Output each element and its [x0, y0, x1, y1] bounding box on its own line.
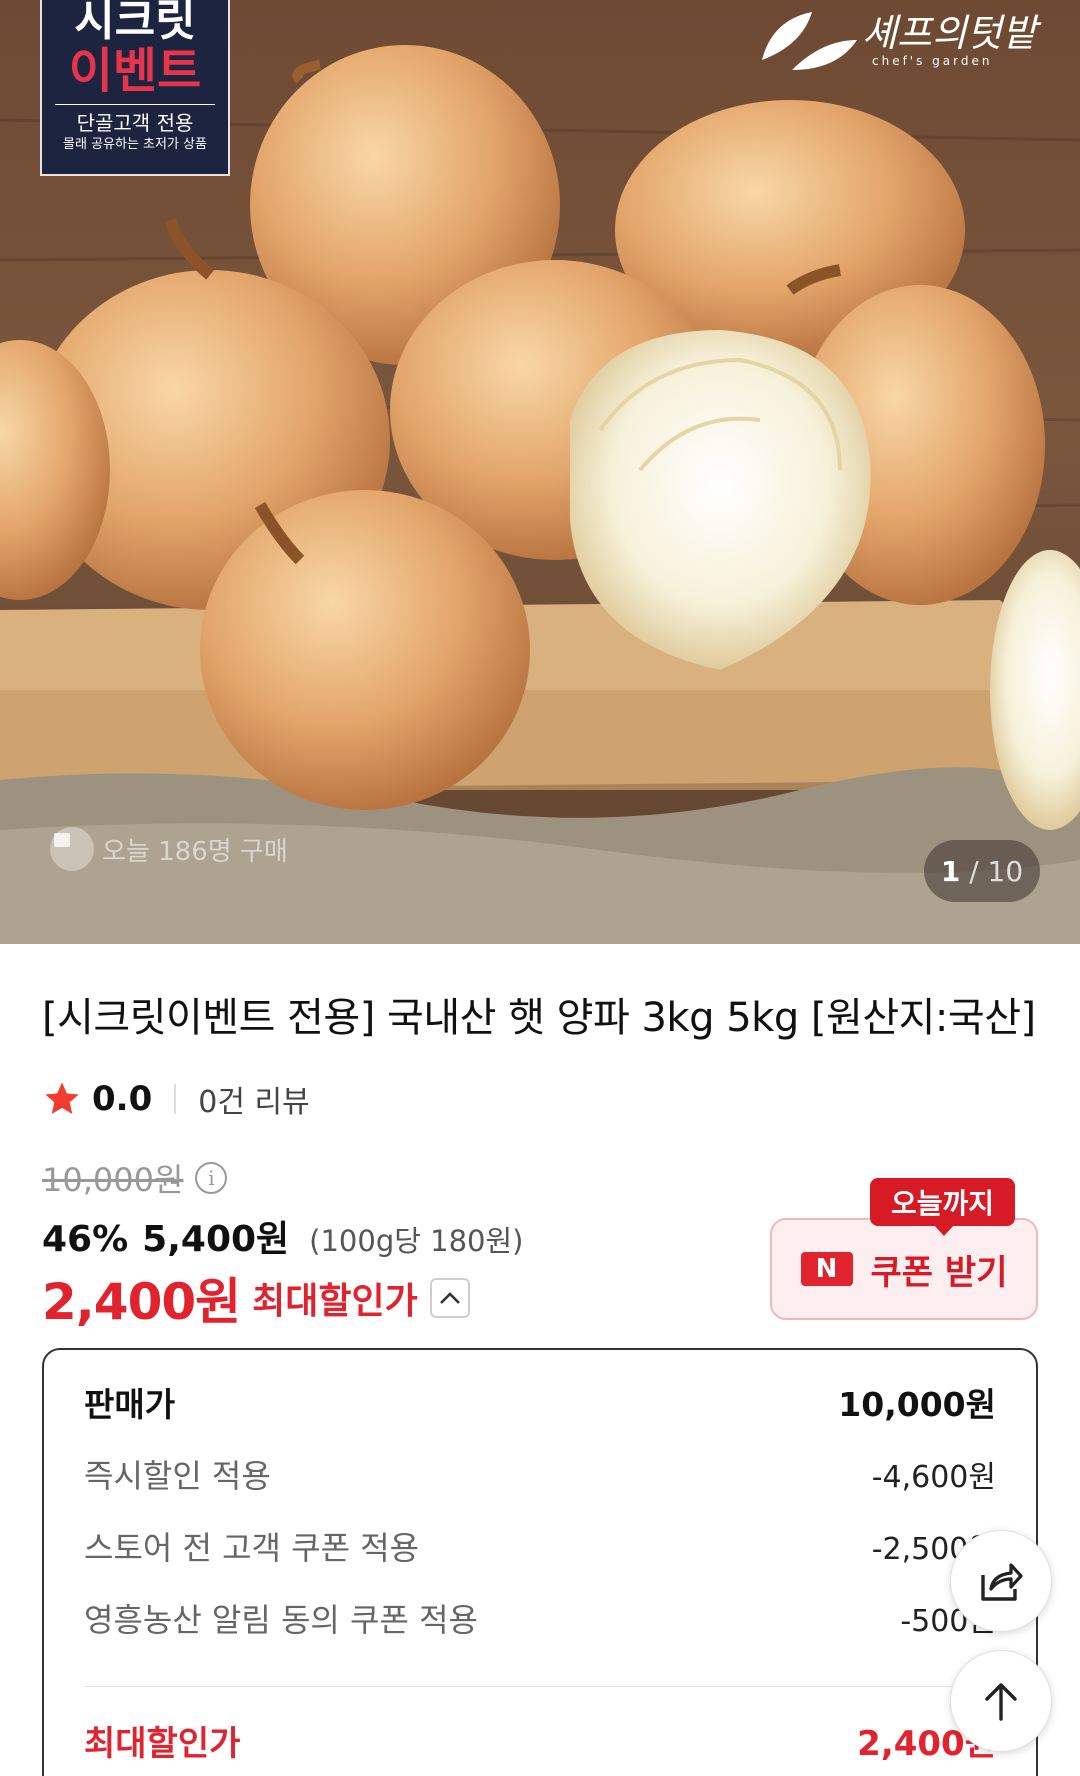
image-counter: 1 / 10 — [924, 840, 1040, 902]
sale-price-row: 46% 5,400원 (100g당 180원) — [42, 1210, 524, 1260]
naver-coupon-badge: N — [800, 1252, 853, 1286]
original-price: 10,000원 — [42, 1161, 184, 1199]
product-title: [시크릿이벤트 전용] 국내산 햇 양파 3kg 5kg [원산지:국산] — [42, 995, 1036, 1041]
breakdown-label: 스토어 전 고객 쿠폰 적용 — [84, 1529, 420, 1567]
secret-event-badge: 시크릿 이벤트 단골고객 전용 몰래 공유하는 초저가 상품 — [40, 0, 230, 176]
breakdown-row: 스토어 전 고객 쿠폰 적용 -2,500원 — [84, 1522, 996, 1570]
chevron-up-icon[interactable] — [429, 1278, 470, 1318]
event-divider — [55, 104, 215, 105]
breakdown-total-row: 최대할인가 2,400원 — [84, 1716, 996, 1764]
bag-icon — [50, 827, 94, 871]
event-line2: 이벤트 — [68, 43, 202, 99]
leaf-logo-icon — [762, 12, 857, 70]
today-purchase-count: 오늘 186명 구매 — [50, 826, 288, 872]
breakdown-label: 판매가 — [84, 1385, 176, 1424]
today-only-tag: 오늘까지 — [870, 1178, 1015, 1236]
breakdown-row: 판매가 10,000원 — [84, 1378, 996, 1426]
share-button[interactable] — [950, 1530, 1052, 1632]
rating-summary[interactable]: 0.0 0건 리뷰 — [42, 1076, 310, 1122]
breakdown-row: 영흥농산 알림 동의 쿠폰 적용 -500원 — [84, 1594, 996, 1642]
price-breakdown-box: 판매가 10,000원 즉시할인 적용 -4,600원 스토어 전 고객 쿠폰 … — [42, 1348, 1038, 1776]
rating-score: 0.0 — [92, 1079, 153, 1119]
breakdown-total-label: 최대할인가 — [84, 1723, 241, 1764]
max-discount-row[interactable]: 2,400원 최대할인가 — [42, 1268, 470, 1331]
share-icon — [981, 1563, 1023, 1601]
event-line4: 몰래 공유하는 초저가 상품 — [63, 137, 207, 152]
sale-price: 5,400원 — [142, 1219, 290, 1260]
breakdown-label: 영흥농산 알림 동의 쿠폰 적용 — [84, 1601, 478, 1639]
breakdown-row: 즉시할인 적용 -4,600원 — [84, 1450, 996, 1498]
brand-name: 셰프의텃밭 — [862, 11, 1037, 55]
rating-separator — [174, 1084, 177, 1114]
event-line1: 시크릿 — [74, 0, 196, 46]
max-discount-label: 최대할인가 — [252, 1281, 418, 1322]
event-line3: 단골고객 전용 — [76, 111, 194, 135]
scroll-top-button[interactable] — [950, 1650, 1052, 1752]
max-discount-price: 2,400원 — [42, 1273, 241, 1331]
original-price-row: 10,000원 i — [42, 1156, 228, 1200]
image-counter-current: 1 — [940, 854, 961, 888]
breakdown-label: 즉시할인 적용 — [84, 1457, 271, 1495]
info-icon[interactable]: i — [195, 1162, 228, 1194]
coupon-label: 쿠폰 받기 — [870, 1252, 1008, 1293]
breakdown-value: 10,000원 — [838, 1385, 996, 1424]
breakdown-value: -4,600원 — [871, 1460, 996, 1495]
arrow-up-icon — [985, 1683, 1017, 1721]
unit-price: (100g당 180원) — [309, 1224, 524, 1258]
brand-sub: chef's garden — [872, 54, 993, 68]
discount-rate: 46% — [42, 1219, 129, 1260]
brand-logo: 셰프의텃밭 chef's garden — [752, 0, 1042, 80]
breakdown-divider — [84, 1686, 996, 1687]
today-purchase-text: 오늘 186명 구매 — [102, 836, 288, 867]
coupon-button[interactable]: N 쿠폰 받기 — [770, 1218, 1038, 1320]
star-icon — [45, 1082, 79, 1114]
image-counter-total: / 10 — [969, 854, 1024, 888]
review-count-link[interactable]: 0건 리뷰 — [198, 1077, 309, 1121]
product-image-carousel[interactable]: 시크릿 이벤트 단골고객 전용 몰래 공유하는 초저가 상품 셰프의텃밭 che… — [0, 0, 1080, 944]
